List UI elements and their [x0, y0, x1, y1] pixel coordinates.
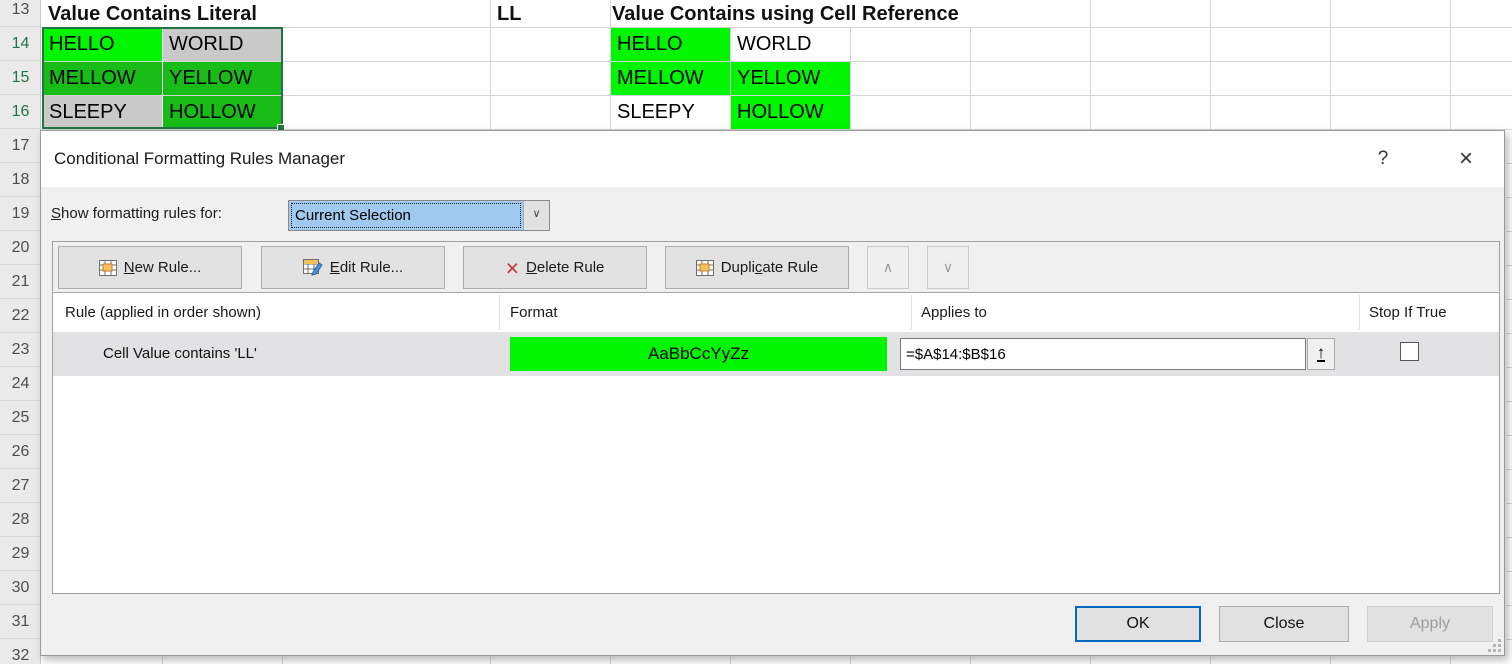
- column-header-stop-if-true: Stop If True: [1369, 293, 1447, 332]
- rules-frame: New Rule... Edit Rule... × Delete Rule D…: [52, 241, 1500, 594]
- collapse-dialog-button[interactable]: ↑: [1307, 338, 1335, 370]
- dialog-title: Conditional Formatting Rules Manager: [54, 131, 345, 187]
- table-icon: [99, 260, 117, 276]
- column-separator: [911, 295, 912, 330]
- show-label-accel: S: [51, 205, 61, 222]
- row-header-29[interactable]: 29: [0, 537, 41, 571]
- column-header-format: Format: [510, 293, 558, 332]
- table-icon: [696, 260, 714, 276]
- row-header-24[interactable]: 24: [0, 367, 41, 401]
- ok-button[interactable]: OK: [1075, 606, 1201, 642]
- column-header-rule: Rule (applied in order shown): [65, 293, 261, 332]
- excel-window: 13 14 15 16 17 18 19 20 21 22 23 24 25 2…: [0, 0, 1512, 664]
- selection-border: [42, 27, 283, 129]
- new-rule-button[interactable]: New Rule...: [58, 246, 242, 289]
- apply-button[interactable]: Apply: [1367, 606, 1493, 642]
- red-x-icon: ×: [506, 259, 519, 277]
- column-header-applies-to: Applies to: [921, 293, 987, 332]
- header-criteria-ll[interactable]: LL: [497, 1, 521, 27]
- row-header-14[interactable]: 14: [0, 27, 41, 61]
- cell-g15[interactable]: YELLOW: [731, 62, 850, 95]
- row-header-19[interactable]: 19: [0, 197, 41, 231]
- show-rules-for-combobox[interactable]: Current Selection ∨: [288, 200, 550, 231]
- row-header-17[interactable]: 17: [0, 129, 41, 163]
- row-header-30[interactable]: 30: [0, 571, 41, 605]
- show-formatting-rules-label: Show formatting rules for:: [51, 205, 222, 222]
- cell-g16[interactable]: HOLLOW: [731, 96, 850, 129]
- column-separator: [499, 295, 500, 330]
- cell-f16[interactable]: SLEEPY: [611, 96, 730, 129]
- delete-rule-button[interactable]: × Delete Rule: [463, 246, 647, 289]
- combobox-value[interactable]: Current Selection: [289, 201, 523, 230]
- row-header-column: 13 14 15 16 17 18 19 20 21 22 23 24 25 2…: [0, 0, 41, 664]
- table-pencil-icon: [303, 259, 323, 276]
- row-header-28[interactable]: 28: [0, 503, 41, 537]
- delete-rule-label: Delete Rule: [526, 259, 604, 276]
- cell-g14[interactable]: WORLD: [731, 28, 850, 61]
- cell-f14[interactable]: HELLO: [611, 28, 730, 61]
- chevron-down-icon: ∨: [943, 259, 953, 276]
- close-icon[interactable]: ×: [1449, 145, 1483, 173]
- new-rule-label: New Rule...: [124, 259, 202, 276]
- row-header-18[interactable]: 18: [0, 163, 41, 197]
- header-value-contains-literal[interactable]: Value Contains Literal: [48, 1, 257, 27]
- collapse-range-icon: ↑: [1317, 345, 1326, 362]
- edit-rule-button[interactable]: Edit Rule...: [261, 246, 445, 289]
- rule-description: Cell Value contains 'LL': [103, 332, 257, 376]
- chevron-down-icon[interactable]: ∨: [523, 201, 549, 230]
- rules-toolbar: New Rule... Edit Rule... × Delete Rule D…: [53, 242, 1499, 293]
- cell-f15[interactable]: MELLOW: [611, 62, 730, 95]
- rules-list-header: Rule (applied in order shown) Format App…: [53, 293, 1499, 332]
- row-header-27[interactable]: 27: [0, 469, 41, 503]
- rules-list: Rule (applied in order shown) Format App…: [53, 293, 1499, 593]
- resize-grip[interactable]: [1487, 638, 1501, 652]
- applies-to-input[interactable]: [900, 338, 1306, 370]
- conditional-formatting-rules-manager-dialog: Conditional Formatting Rules Manager ? ×…: [40, 130, 1505, 656]
- column-separator: [1359, 295, 1360, 330]
- edit-rule-label: Edit Rule...: [330, 259, 403, 276]
- show-label-rest: how formatting rules for:: [61, 205, 222, 222]
- duplicate-rule-button[interactable]: Duplicate Rule: [665, 246, 849, 289]
- rule-row[interactable]: Cell Value contains 'LL' AaBbCcYyZz ↑: [53, 332, 1499, 376]
- close-button[interactable]: Close: [1219, 606, 1349, 642]
- help-button[interactable]: ?: [1366, 145, 1400, 173]
- row-header-13[interactable]: 13: [0, 0, 41, 27]
- row-header-21[interactable]: 21: [0, 265, 41, 299]
- header-value-contains-cell-reference[interactable]: Value Contains using Cell Reference: [612, 1, 959, 27]
- duplicate-rule-label: Duplicate Rule: [721, 259, 819, 276]
- row-header-20[interactable]: 20: [0, 231, 41, 265]
- row-header-26[interactable]: 26: [0, 435, 41, 469]
- row-header-25[interactable]: 25: [0, 401, 41, 435]
- chevron-up-icon: ∧: [883, 259, 893, 276]
- move-rule-down-button[interactable]: ∨: [927, 246, 969, 289]
- stop-if-true-checkbox[interactable]: [1400, 342, 1419, 361]
- format-preview-swatch: AaBbCcYyZz: [510, 337, 887, 371]
- move-rule-up-button[interactable]: ∧: [867, 246, 909, 289]
- row-header-22[interactable]: 22: [0, 299, 41, 333]
- row-header-16[interactable]: 16: [0, 95, 41, 129]
- row-header-15[interactable]: 15: [0, 61, 41, 95]
- row-header-31[interactable]: 31: [0, 605, 41, 639]
- row-header-32[interactable]: 32: [0, 639, 41, 664]
- dialog-titlebar[interactable]: Conditional Formatting Rules Manager ? ×: [41, 131, 1504, 187]
- worksheet-sliver: [1506, 130, 1512, 664]
- row-header-23[interactable]: 23: [0, 333, 41, 367]
